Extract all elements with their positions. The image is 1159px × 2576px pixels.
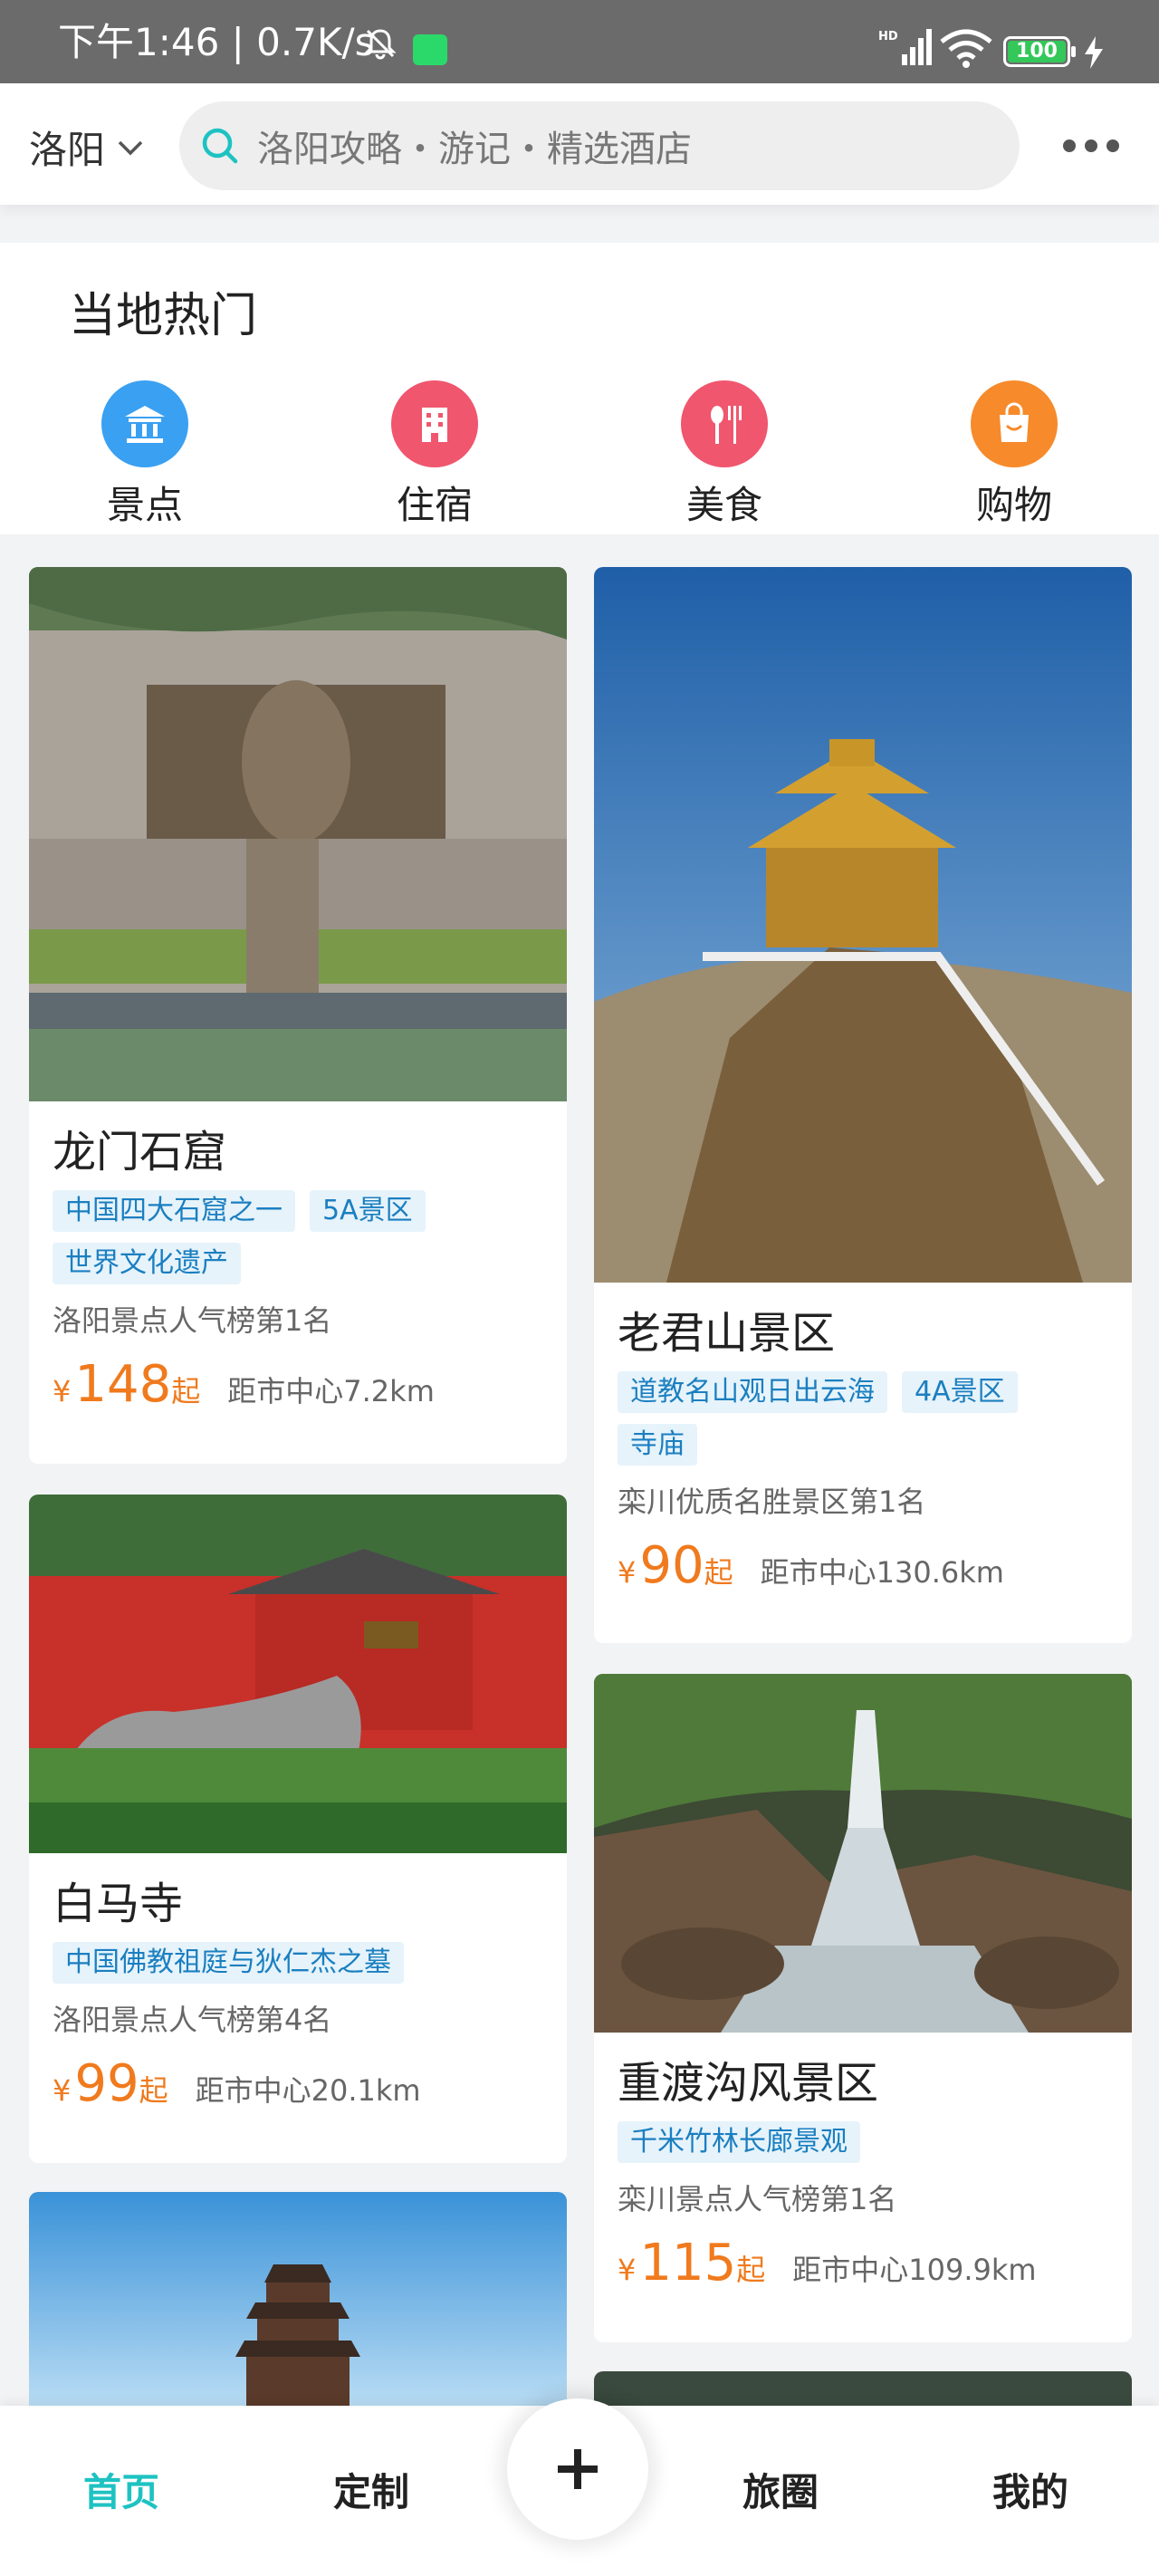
local-hot-section: 当地热门 景点 住宿 美食 购物	[0, 243, 1159, 534]
distance: 距市中心109.9km	[792, 2253, 1037, 2287]
battery-level: 100	[1008, 41, 1066, 62]
price: 90	[639, 1536, 704, 1595]
search-placeholder: 洛阳攻略・游记・精选酒店	[257, 129, 692, 170]
search-icon	[202, 128, 238, 164]
price-row: ¥ 99 起 距市中心20.1km	[53, 2054, 543, 2113]
city-selector[interactable]: 洛阳	[29, 120, 148, 175]
attraction-card-partial[interactable]	[594, 2371, 1132, 2406]
currency-symbol: ¥	[618, 1555, 637, 1590]
category-label: 住宿	[396, 483, 473, 527]
tag-list: 中国佛教祖庭与狄仁杰之墓	[53, 1942, 543, 1984]
svg-text:HD: HD	[878, 30, 898, 43]
category-attractions[interactable]: 景点	[91, 380, 199, 530]
tag-list: 中国四大石窟之一 5A景区 世界文化遗产	[53, 1190, 543, 1284]
hd-signal-icon: HD	[878, 29, 932, 65]
status-time: 下午1:46 | 0.7K/s	[58, 20, 375, 64]
attraction-name: 龙门石窟	[53, 1127, 227, 1177]
currency-symbol: ¥	[618, 2253, 637, 2287]
hotel-icon	[391, 380, 478, 467]
category-label: 购物	[975, 483, 1052, 527]
attraction-card-baima[interactable]: 白马寺 中国佛教祖庭与狄仁杰之墓 洛阳景点人气榜第4名 ¥ 99 起 距市中心2…	[29, 1495, 567, 2163]
distance: 距市中心130.6km	[760, 1555, 1004, 1590]
city-label: 洛阳	[29, 128, 106, 172]
ranking-text: 栾川优质名胜景区第1名	[618, 1485, 926, 1519]
tag-list: 千米竹林长廊景观	[618, 2121, 1108, 2163]
nav-travel-circle[interactable]: 旅圈	[742, 2462, 819, 2517]
attraction-name: 白马寺	[53, 1879, 184, 1929]
attraction-card-chongdu[interactable]: 重渡沟风景区 千米竹林长廊景观 栾川景点人气榜第1名 ¥ 115 起 距市中心1…	[594, 1674, 1132, 2342]
price-row: ¥ 148 起 距市中心7.2km	[53, 1355, 543, 1414]
section-title: 当地热门	[69, 289, 258, 343]
tag: 4A景区	[902, 1371, 1018, 1413]
attraction-name: 老君山景区	[618, 1308, 836, 1359]
tag: 中国佛教祖庭与狄仁杰之墓	[53, 1942, 404, 1984]
tag: 5A景区	[310, 1190, 426, 1232]
category-label: 美食	[685, 483, 762, 527]
tag: 千米竹林长廊景观	[618, 2121, 860, 2163]
search-bar[interactable]: 洛阳攻略・游记・精选酒店	[179, 101, 1020, 190]
white-horse-temple-photo	[29, 1495, 567, 1853]
shopping-bag-icon	[971, 380, 1058, 467]
price-row: ¥ 90 起 距市中心130.6km	[618, 1536, 1108, 1595]
currency-symbol: ¥	[53, 2073, 72, 2108]
price-suffix: 起	[736, 2253, 766, 2287]
ranking-text: 洛阳景点人气榜第1名	[53, 1303, 332, 1338]
price: 115	[639, 2234, 737, 2292]
category-label: 景点	[106, 483, 183, 527]
price: 148	[74, 1355, 172, 1414]
attraction-card-longmen[interactable]: 龙门石窟 中国四大石窟之一 5A景区 世界文化遗产 洛阳景点人气榜第1名 ¥ 1…	[29, 567, 567, 1464]
category-shopping[interactable]: 购物	[960, 380, 1068, 530]
price-suffix: 起	[171, 1374, 201, 1408]
nav-custom[interactable]: 定制	[333, 2462, 409, 2517]
ranking-text: 栾川景点人气榜第1名	[618, 2182, 897, 2216]
battery-icon: 100	[1003, 36, 1076, 67]
price-suffix: 起	[139, 2073, 168, 2108]
wifi-icon	[940, 29, 992, 68]
scenic-photo	[594, 2371, 1132, 2406]
add-post-button[interactable]	[507, 2398, 648, 2540]
laojun-mountain-photo	[594, 567, 1132, 1283]
tag-list: 道教名山观日出云海 4A景区 寺庙	[618, 1371, 1108, 1466]
attraction-card-laojun[interactable]: 老君山景区 道教名山观日出云海 4A景区 寺庙 栾川优质名胜景区第1名 ¥ 90…	[594, 567, 1132, 1643]
longmen-grottoes-photo	[29, 567, 567, 1101]
nav-mine[interactable]: 我的	[992, 2462, 1068, 2517]
more-icon[interactable]	[1049, 116, 1134, 176]
distance: 距市中心20.1km	[195, 2073, 421, 2108]
price: 99	[74, 2054, 139, 2113]
category-accommodation[interactable]: 住宿	[380, 380, 489, 530]
wechat-icon	[413, 34, 447, 65]
landmark-icon	[101, 380, 188, 467]
category-food[interactable]: 美食	[670, 380, 779, 530]
distance: 距市中心7.2km	[227, 1374, 435, 1408]
tag: 世界文化遗产	[53, 1243, 241, 1284]
top-header: 洛阳 洛阳攻略・游记・精选酒店	[0, 83, 1159, 205]
chongdugou-waterfall-photo	[594, 1674, 1132, 2033]
currency-symbol: ¥	[53, 1374, 72, 1408]
pagoda-photo	[29, 2192, 567, 2406]
attraction-card-partial[interactable]	[29, 2192, 567, 2406]
attraction-name: 重渡沟风景区	[618, 2058, 879, 2109]
tag: 道教名山观日出云海	[618, 1371, 887, 1413]
nav-home[interactable]: 首页	[83, 2462, 159, 2517]
food-icon	[681, 380, 768, 467]
bell-muted-icon	[364, 29, 397, 60]
tag: 寺庙	[618, 1424, 697, 1466]
ranking-text: 洛阳景点人气榜第4名	[53, 2003, 332, 2037]
tag: 中国四大石窟之一	[53, 1190, 295, 1232]
chevron-down-icon	[118, 140, 143, 155]
price-suffix: 起	[704, 1555, 733, 1590]
price-row: ¥ 115 起 距市中心109.9km	[618, 2234, 1108, 2292]
status-bar: 下午1:46 | 0.7K/s HD 100	[0, 0, 1159, 83]
charging-icon	[1085, 36, 1103, 69]
plus-icon	[558, 2449, 598, 2489]
